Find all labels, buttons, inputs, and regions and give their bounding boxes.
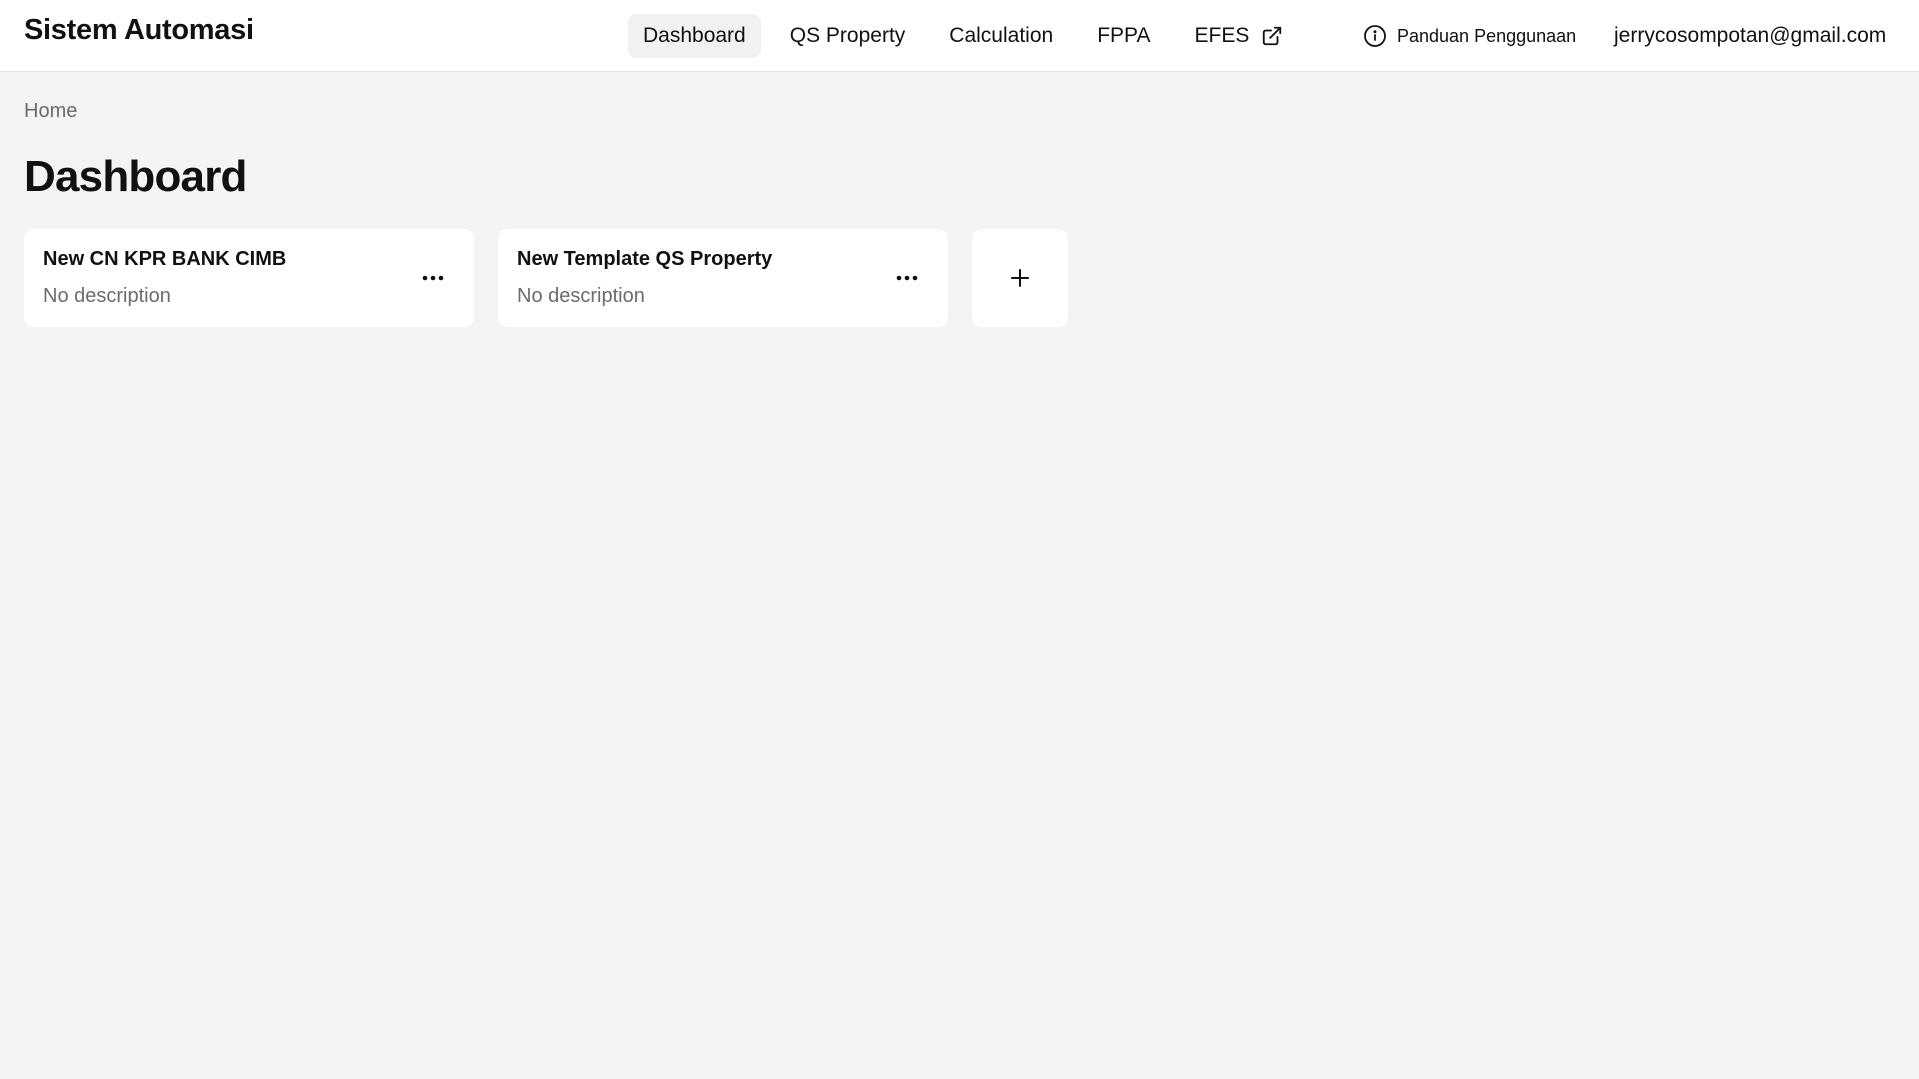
more-horizontal-icon bbox=[422, 275, 444, 281]
top-navbar: Sistem Automasi Dashboard QS Property Ca… bbox=[0, 0, 1919, 72]
project-card[interactable]: New CN KPR BANK CIMB No description bbox=[24, 229, 474, 327]
nav-item-label: Dashboard bbox=[643, 24, 746, 47]
nav-item-fppa[interactable]: FPPA bbox=[1082, 14, 1165, 58]
card-more-button[interactable] bbox=[416, 261, 450, 295]
more-horizontal-icon bbox=[896, 275, 918, 281]
user-account-menu[interactable]: jerrycosompotan@gmail.com bbox=[1614, 14, 1886, 58]
nav-item-dashboard[interactable]: Dashboard bbox=[628, 14, 761, 58]
external-link-icon bbox=[1261, 25, 1283, 47]
nav-item-efes[interactable]: EFES bbox=[1179, 14, 1298, 58]
plus-icon bbox=[1011, 269, 1029, 287]
help-guide-link[interactable]: Panduan Penggunaan bbox=[1363, 14, 1576, 58]
breadcrumb-home[interactable]: Home bbox=[24, 100, 77, 122]
nav-item-label: FPPA bbox=[1097, 24, 1151, 47]
add-project-button[interactable] bbox=[972, 229, 1068, 327]
project-cards: New CN KPR BANK CIMB No description New … bbox=[24, 229, 1068, 327]
card-description: No description bbox=[517, 285, 645, 307]
project-card[interactable]: New Template QS Property No description bbox=[498, 229, 948, 327]
user-email: jerrycosompotan@gmail.com bbox=[1614, 24, 1887, 47]
card-more-button[interactable] bbox=[890, 261, 924, 295]
card-title: New CN KPR BANK CIMB bbox=[43, 248, 287, 270]
card-description: No description bbox=[43, 285, 171, 307]
page-title: Dashboard bbox=[24, 152, 247, 201]
nav-item-qs-property[interactable]: QS Property bbox=[775, 14, 921, 58]
main-nav: Dashboard QS Property Calculation FPPA E… bbox=[628, 14, 1312, 58]
nav-item-label: EFES bbox=[1194, 24, 1250, 47]
nav-item-label: QS Property bbox=[789, 24, 906, 47]
card-title: New Template QS Property bbox=[517, 248, 773, 270]
info-icon bbox=[1363, 24, 1387, 48]
breadcrumb: Home bbox=[24, 100, 77, 123]
nav-item-calculation[interactable]: Calculation bbox=[934, 14, 1068, 58]
help-guide-label: Panduan Penggunaan bbox=[1397, 25, 1577, 46]
nav-item-label: Calculation bbox=[949, 24, 1054, 47]
brand-title[interactable]: Sistem Automasi bbox=[24, 14, 254, 47]
